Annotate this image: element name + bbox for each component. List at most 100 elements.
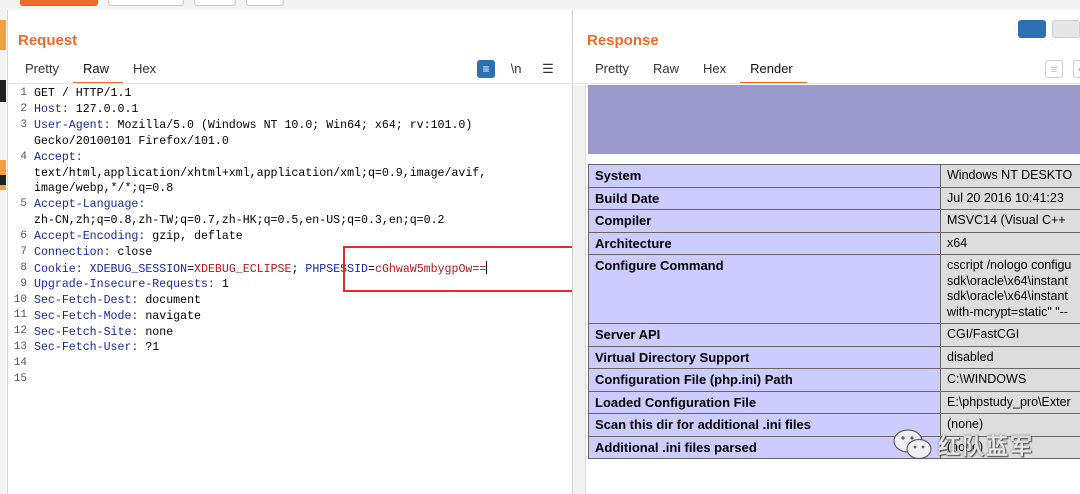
header-value: gzip, deflate bbox=[145, 230, 243, 244]
row-label: Scan this dir for additional .ini files bbox=[588, 413, 941, 437]
row-value: Windows NT DESKTO bbox=[940, 164, 1080, 188]
cancel-button[interactable] bbox=[108, 0, 184, 6]
wechat-icon bbox=[892, 426, 934, 464]
header-name: Sec-Fetch-Site: bbox=[34, 325, 139, 339]
line-number: 9 bbox=[20, 277, 27, 290]
table-row: Build Date Jul 20 2016 10:41:23 bbox=[588, 186, 1080, 210]
header-value: navigate bbox=[138, 309, 201, 323]
request-line: Accept: bbox=[34, 150, 83, 166]
header-name: Upgrade-Insecure-Requests: bbox=[34, 277, 215, 291]
request-line: text/html,application/xhtml+xml,applicat… bbox=[34, 166, 486, 182]
header-value: close bbox=[110, 246, 153, 259]
request-line: Sec-Fetch-Dest: document bbox=[34, 293, 201, 309]
forward-button[interactable] bbox=[246, 0, 284, 6]
row-label: Build Date bbox=[588, 186, 941, 210]
line-number: 2 bbox=[20, 102, 27, 115]
row-value-line: cscript /nologo configu bbox=[947, 258, 1072, 272]
wrap-icon[interactable]: ≡ bbox=[477, 60, 495, 78]
header-name: User-Agent: bbox=[34, 118, 111, 132]
tab-render[interactable]: Render bbox=[740, 58, 807, 84]
row-label: Configure Command bbox=[588, 254, 941, 324]
row-value: MSVC14 (Visual C++ bbox=[940, 209, 1080, 233]
line-number: 10 bbox=[13, 293, 27, 306]
row-value: disabled bbox=[940, 345, 1080, 369]
request-line: GET / HTTP/1.1 bbox=[34, 86, 131, 102]
line-number: 3 bbox=[20, 118, 27, 131]
line-number: 12 bbox=[13, 325, 27, 338]
header-name: Host: bbox=[34, 102, 69, 116]
watermark-text: 红队蓝军 bbox=[938, 434, 1035, 459]
request-panel: Request Pretty Raw Hex ≡ \n ☰ 1234567891… bbox=[9, 10, 575, 494]
row-label: System bbox=[588, 164, 941, 188]
wrap-icon[interactable]: ≡ bbox=[1045, 60, 1063, 78]
line-number: 11 bbox=[13, 309, 27, 322]
row-label: Configuration File (php.ini) Path bbox=[588, 368, 941, 392]
line-number bbox=[9, 213, 29, 229]
response-title: Response bbox=[587, 32, 659, 49]
phpinfo-banner bbox=[588, 85, 1080, 154]
watermark: 红队蓝军 bbox=[892, 426, 1034, 464]
cookie-value-xdebug: XDEBUG_ECLIPSE bbox=[194, 262, 292, 276]
layout-toggle bbox=[1012, 20, 1080, 38]
newline-icon[interactable]: ↵ bbox=[1073, 60, 1080, 78]
request-line: User-Agent: Mozilla/5.0 (Windows NT 10.0… bbox=[34, 118, 472, 134]
header-value: Gecko/20100101 Firefox/101.0 bbox=[34, 134, 229, 148]
header-name: Sec-Fetch-Mode: bbox=[34, 309, 139, 323]
line-number bbox=[9, 181, 29, 197]
row-value: Jul 20 2016 10:41:23 bbox=[940, 186, 1080, 210]
response-tabs: Pretty Raw Hex Render bbox=[585, 58, 807, 84]
row-label: Virtual Directory Support bbox=[588, 345, 941, 369]
header-name: Accept-Encoding: bbox=[34, 230, 146, 244]
line-number: 4 bbox=[20, 150, 27, 163]
request-line: Sec-Fetch-Mode: navigate bbox=[34, 309, 201, 325]
tab-divider bbox=[573, 83, 1080, 84]
table-row: Compiler MSVC14 (Visual C++ bbox=[588, 209, 1080, 233]
header-name: Accept-Language: bbox=[34, 198, 146, 212]
header-name: Cookie: bbox=[34, 262, 83, 276]
row-label: Compiler bbox=[588, 209, 941, 233]
tab-pretty[interactable]: Pretty bbox=[585, 58, 643, 84]
header-value: 127.0.0.1 bbox=[68, 102, 139, 116]
request-line: Connection: close bbox=[34, 245, 152, 261]
render-scrollbar[interactable] bbox=[573, 85, 586, 494]
request-line: Upgrade-Insecure-Requests: 1 bbox=[34, 277, 229, 293]
line-number: 13 bbox=[13, 341, 27, 354]
response-panel: Response Pretty Raw Hex Render ≡ ↵ Syste… bbox=[572, 10, 1080, 494]
request-line: zh-CN,zh;q=0.8,zh-TW;q=0.7,zh-HK;q=0.5,e… bbox=[34, 213, 445, 229]
stacked-view-button[interactable] bbox=[1052, 20, 1080, 38]
row-value: x64 bbox=[940, 231, 1080, 255]
phpinfo-table: System Windows NT DESKTO Build Date Jul 20 … bbox=[588, 164, 1080, 459]
row-label: Additional .ini files parsed bbox=[588, 435, 941, 459]
tab-pretty[interactable]: Pretty bbox=[15, 58, 73, 84]
line-number: 5 bbox=[20, 198, 27, 211]
request-line: Accept-Language: bbox=[34, 197, 145, 213]
line-number bbox=[9, 165, 29, 181]
header-name: Connection: bbox=[34, 246, 111, 259]
table-row: Server API CGI/FastCGI bbox=[588, 323, 1080, 347]
newline-toggle[interactable]: \n bbox=[507, 60, 525, 78]
row-value-line: with-mcrypt=static" "-- bbox=[947, 304, 1069, 319]
header-value: zh-CN,zh;q=0.8,zh-TW;q=0.7,zh-HK;q=0.5,e… bbox=[34, 214, 445, 228]
row-label: Server API bbox=[588, 323, 941, 347]
menu-icon[interactable]: ☰ bbox=[539, 60, 557, 78]
request-line: Sec-Fetch-Site: none bbox=[34, 325, 173, 341]
line-number: 15 bbox=[13, 373, 27, 386]
split-view-button[interactable] bbox=[1018, 20, 1046, 38]
tab-hex[interactable]: Hex bbox=[693, 58, 740, 84]
header-value: GET / HTTP/1.1 bbox=[34, 87, 132, 100]
header-value: ?1 bbox=[138, 341, 160, 355]
tab-raw[interactable]: Raw bbox=[643, 58, 693, 84]
header-value: none bbox=[138, 325, 174, 339]
table-row: Architecture x64 bbox=[588, 231, 1080, 255]
send-button[interactable] bbox=[20, 0, 98, 6]
request-line: image/webp,*/*;q=0.8 bbox=[34, 181, 173, 197]
header-value: Mozilla/5.0 (Windows NT 10.0; Win64; x64… bbox=[110, 118, 473, 132]
tab-hex[interactable]: Hex bbox=[123, 58, 170, 84]
request-line: Gecko/20100101 Firefox/101.0 bbox=[34, 134, 229, 150]
request-tabs: Pretty Raw Hex bbox=[15, 58, 170, 84]
cookie-name-xdebug: XDEBUG_SESSION bbox=[89, 262, 188, 276]
line-number-gutter: 1 2 3 4 5 6 7 8 9 10 11 12 13 14 15 bbox=[9, 86, 29, 388]
back-button[interactable] bbox=[194, 0, 236, 6]
header-name: Sec-Fetch-Dest: bbox=[34, 293, 139, 307]
tab-raw[interactable]: Raw bbox=[72, 58, 123, 84]
